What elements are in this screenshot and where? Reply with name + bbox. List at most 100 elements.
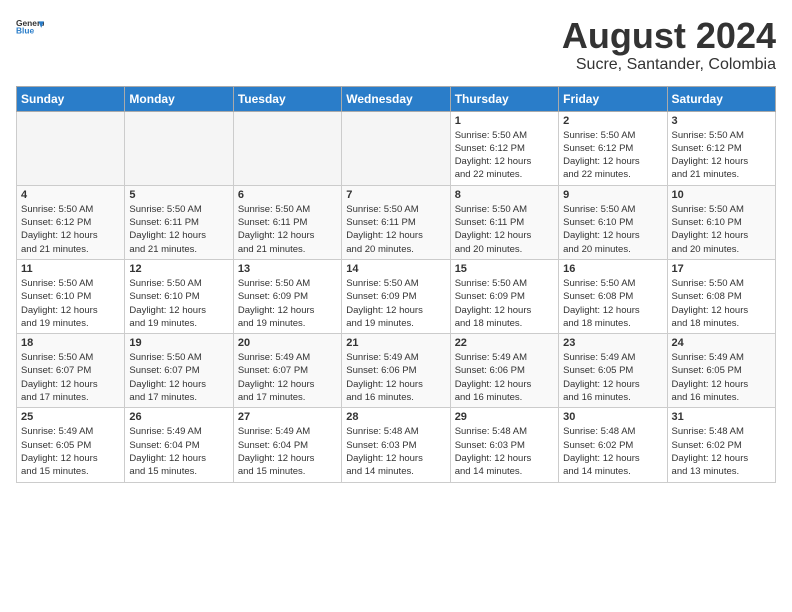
day-number: 25 — [21, 411, 120, 423]
calendar-cell: 19Sunrise: 5:50 AM Sunset: 6:07 PM Dayli… — [125, 334, 233, 408]
calendar-cell: 17 Sunrise: 5:50 AM Sunset: 6:08 PM Dayli… — [667, 259, 775, 333]
day-info: Sunrise: 5:48 AM Sunset: 6:02 PM Dayligh… — [672, 425, 771, 478]
day-number: 7 — [346, 189, 445, 201]
day-number: 13 — [238, 263, 337, 275]
weekday-header-monday: Monday — [125, 86, 233, 111]
day-number: 5 — [129, 189, 228, 201]
day-number: 8 — [455, 189, 554, 201]
weekday-header-row: SundayMondayTuesdayWednesdayThursdayFrid… — [17, 86, 776, 111]
weekday-header-tuesday: Tuesday — [233, 86, 341, 111]
weekday-header-wednesday: Wednesday — [342, 86, 450, 111]
day-number: 3 — [672, 115, 771, 127]
day-info: Sunrise: 5:48 AM Sunset: 6:03 PM Dayligh… — [455, 425, 554, 478]
day-number: 15 — [455, 263, 554, 275]
calendar-cell: 29 Sunrise: 5:48 AM Sunset: 6:03 PM Dayli… — [450, 408, 558, 482]
day-info: Sunrise: 5:50 AM Sunset: 6:10 PM Dayligh… — [21, 277, 120, 330]
day-number: 30 — [563, 411, 662, 423]
calendar-cell: 5 Sunrise: 5:50 AM Sunset: 6:11 PM Daylig… — [125, 185, 233, 259]
day-info: Sunrise: 5:50 AM Sunset: 6:11 PM Dayligh… — [238, 203, 337, 256]
day-info: Sunrise: 5:49 AM Sunset: 6:06 PM Dayligh… — [455, 351, 554, 404]
calendar-cell: 14Sunrise: 5:50 AM Sunset: 6:09 PM Dayli… — [342, 259, 450, 333]
month-year: August 2024 — [562, 16, 776, 56]
calendar-body: 1Sunrise: 5:50 AM Sunset: 6:12 PM Daylig… — [17, 111, 776, 482]
day-info: Sunrise: 5:50 AM Sunset: 6:07 PM Dayligh… — [129, 351, 228, 404]
calendar-cell: 18Sunrise: 5:50 AM Sunset: 6:07 PM Dayli… — [17, 334, 125, 408]
calendar-cell: 6 Sunrise: 5:50 AM Sunset: 6:11 PM Daylig… — [233, 185, 341, 259]
day-number: 26 — [129, 411, 228, 423]
day-info: Sunrise: 5:49 AM Sunset: 6:04 PM Dayligh… — [238, 425, 337, 478]
day-info: Sunrise: 5:50 AM Sunset: 6:08 PM Dayligh… — [563, 277, 662, 330]
calendar-cell — [125, 111, 233, 185]
calendar-cell: 4 Sunrise: 5:50 AM Sunset: 6:12 PM Daylig… — [17, 185, 125, 259]
calendar-cell: 26 Sunrise: 5:49 AM Sunset: 6:04 PM Dayli… — [125, 408, 233, 482]
calendar-cell — [233, 111, 341, 185]
day-info: Sunrise: 5:50 AM Sunset: 6:08 PM Dayligh… — [672, 277, 771, 330]
day-number: 21 — [346, 337, 445, 349]
day-number: 22 — [455, 337, 554, 349]
weekday-header-friday: Friday — [559, 86, 667, 111]
day-info: Sunrise: 5:50 AM Sunset: 6:09 PM Dayligh… — [455, 277, 554, 330]
day-info: Sunrise: 5:50 AM Sunset: 6:11 PM Dayligh… — [346, 203, 445, 256]
calendar-cell: 30Sunrise: 5:48 AM Sunset: 6:02 PM Dayli… — [559, 408, 667, 482]
day-number: 20 — [238, 337, 337, 349]
day-number: 17 — [672, 263, 771, 275]
day-number: 29 — [455, 411, 554, 423]
calendar-cell: 28 Sunrise: 5:48 AM Sunset: 6:03 PM Dayli… — [342, 408, 450, 482]
calendar-cell — [342, 111, 450, 185]
calendar-cell: 13Sunrise: 5:50 AM Sunset: 6:09 PM Dayli… — [233, 259, 341, 333]
calendar-cell: 27 Sunrise: 5:49 AM Sunset: 6:04 PM Dayli… — [233, 408, 341, 482]
calendar-cell: 22 Sunrise: 5:49 AM Sunset: 6:06 PM Dayli… — [450, 334, 558, 408]
day-number: 24 — [672, 337, 771, 349]
day-info: Sunrise: 5:49 AM Sunset: 6:05 PM Dayligh… — [21, 425, 120, 478]
day-number: 4 — [21, 189, 120, 201]
calendar-table: SundayMondayTuesdayWednesdayThursdayFrid… — [16, 86, 776, 483]
day-info: Sunrise: 5:50 AM Sunset: 6:11 PM Dayligh… — [455, 203, 554, 256]
calendar-cell: 16 Sunrise: 5:50 AM Sunset: 6:08 PM Dayli… — [559, 259, 667, 333]
calendar-cell: 20Sunrise: 5:49 AM Sunset: 6:07 PM Dayli… — [233, 334, 341, 408]
week-row-2: 4 Sunrise: 5:50 AM Sunset: 6:12 PM Daylig… — [17, 185, 776, 259]
week-row-1: 1Sunrise: 5:50 AM Sunset: 6:12 PM Daylig… — [17, 111, 776, 185]
calendar-cell: 8 Sunrise: 5:50 AM Sunset: 6:11 PM Daylig… — [450, 185, 558, 259]
weekday-header-thursday: Thursday — [450, 86, 558, 111]
calendar-cell: 1Sunrise: 5:50 AM Sunset: 6:12 PM Daylig… — [450, 111, 558, 185]
day-number: 11 — [21, 263, 120, 275]
day-info: Sunrise: 5:50 AM Sunset: 6:12 PM Dayligh… — [21, 203, 120, 256]
day-info: Sunrise: 5:50 AM Sunset: 6:10 PM Dayligh… — [672, 203, 771, 256]
day-info: Sunrise: 5:50 AM Sunset: 6:12 PM Dayligh… — [455, 129, 554, 182]
day-number: 27 — [238, 411, 337, 423]
calendar-cell — [17, 111, 125, 185]
calendar-cell: 15 Sunrise: 5:50 AM Sunset: 6:09 PM Dayli… — [450, 259, 558, 333]
day-number: 28 — [346, 411, 445, 423]
day-number: 9 — [563, 189, 662, 201]
day-info: Sunrise: 5:50 AM Sunset: 6:12 PM Dayligh… — [672, 129, 771, 182]
day-number: 12 — [129, 263, 228, 275]
calendar-cell: 12Sunrise: 5:50 AM Sunset: 6:10 PM Dayli… — [125, 259, 233, 333]
day-number: 2 — [563, 115, 662, 127]
week-row-4: 18 Sunrise: 5:50 AM Sunset: 6:07 PM Dayli… — [17, 334, 776, 408]
day-number: 16 — [563, 263, 662, 275]
calendar-cell: 21 Sunrise: 5:49 AM Sunset: 6:06 PM Dayli… — [342, 334, 450, 408]
calendar-cell: 9 Sunrise: 5:50 AM Sunset: 6:10 PM Daylig… — [559, 185, 667, 259]
day-number: 14 — [346, 263, 445, 275]
week-row-5: 25 Sunrise: 5:49 AM Sunset: 6:05 PM Dayli… — [17, 408, 776, 482]
logo: General Blue — [16, 16, 44, 38]
calendar-cell: 11 Sunrise: 5:50 AM Sunset: 6:10 PM Dayli… — [17, 259, 125, 333]
calendar-cell: 31 Sunrise: 5:48 AM Sunset: 6:02 PM Dayli… — [667, 408, 775, 482]
calendar-cell: 2Sunrise: 5:50 AM Sunset: 6:12 PM Daylig… — [559, 111, 667, 185]
calendar-cell: 25 Sunrise: 5:49 AM Sunset: 6:05 PM Dayli… — [17, 408, 125, 482]
day-info: Sunrise: 5:50 AM Sunset: 6:10 PM Dayligh… — [563, 203, 662, 256]
day-info: Sunrise: 5:49 AM Sunset: 6:06 PM Dayligh… — [346, 351, 445, 404]
calendar-cell: 7 Sunrise: 5:50 AM Sunset: 6:11 PM Daylig… — [342, 185, 450, 259]
day-number: 31 — [672, 411, 771, 423]
day-number: 23 — [563, 337, 662, 349]
day-number: 18 — [21, 337, 120, 349]
calendar-cell: 10Sunrise: 5:50 AM Sunset: 6:10 PM Dayli… — [667, 185, 775, 259]
day-info: Sunrise: 5:48 AM Sunset: 6:03 PM Dayligh… — [346, 425, 445, 478]
day-info: Sunrise: 5:50 AM Sunset: 6:11 PM Dayligh… — [129, 203, 228, 256]
logo-icon: General Blue — [16, 16, 44, 38]
weekday-header-saturday: Saturday — [667, 86, 775, 111]
day-number: 6 — [238, 189, 337, 201]
calendar-cell: 24Sunrise: 5:49 AM Sunset: 6:05 PM Dayli… — [667, 334, 775, 408]
day-info: Sunrise: 5:49 AM Sunset: 6:04 PM Dayligh… — [129, 425, 228, 478]
day-info: Sunrise: 5:49 AM Sunset: 6:05 PM Dayligh… — [563, 351, 662, 404]
